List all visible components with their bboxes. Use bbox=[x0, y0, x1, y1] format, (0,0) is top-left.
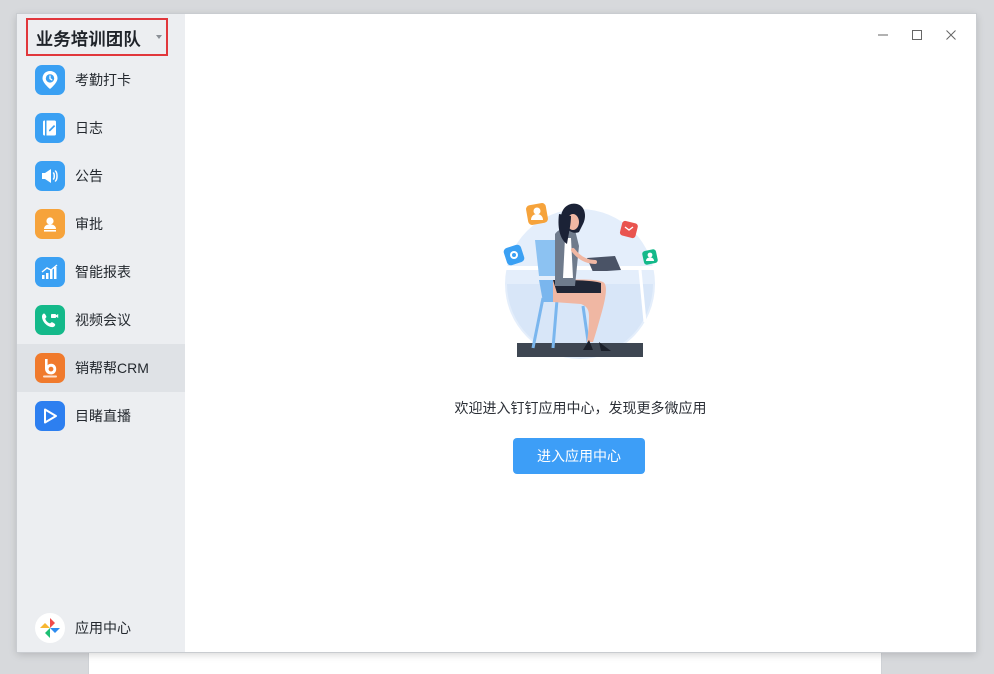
nav-item-label: 视频会议 bbox=[75, 312, 131, 328]
nav-item-label: 销帮帮CRM bbox=[75, 360, 149, 376]
megaphone-icon bbox=[35, 161, 65, 191]
app-center-label: 应用中心 bbox=[75, 620, 131, 636]
nav-item-video-meeting[interactable]: 视频会议 bbox=[17, 296, 185, 344]
video-phone-icon bbox=[35, 305, 65, 335]
bar-chart-icon bbox=[35, 257, 65, 287]
nav-item-label: 审批 bbox=[75, 216, 103, 232]
nav-item-announcement[interactable]: 公告 bbox=[17, 152, 185, 200]
app-center-pinwheel-icon bbox=[35, 613, 65, 643]
app-center-window: 业务培训团队 考勤打卡 日志 公告 审批 智能报表 视频会议 销帮帮CRM 目睹… bbox=[17, 14, 976, 652]
main-content: 欢迎进入钉钉应用中心，发现更多微应用 进入应用中心 bbox=[185, 14, 976, 652]
nav-item-label: 目睹直播 bbox=[75, 408, 131, 424]
nav-item-attendance[interactable]: 考勤打卡 bbox=[17, 56, 185, 104]
nav-item-label: 考勤打卡 bbox=[75, 72, 131, 88]
welcome-text: 欢迎进入钉钉应用中心，发现更多微应用 bbox=[454, 400, 707, 416]
nav-item-crm[interactable]: 销帮帮CRM bbox=[17, 344, 185, 392]
nav-item-approval[interactable]: 审批 bbox=[17, 200, 185, 248]
sidebar: 业务培训团队 考勤打卡 日志 公告 审批 智能报表 视频会议 销帮帮CRM 目睹… bbox=[17, 14, 185, 652]
journal-icon bbox=[35, 113, 65, 143]
nav-item-label: 公告 bbox=[75, 168, 103, 184]
nav-item-journal[interactable]: 日志 bbox=[17, 104, 185, 152]
woman-with-laptop-illustration bbox=[503, 203, 658, 359]
location-clock-icon bbox=[35, 65, 65, 95]
app-list: 考勤打卡 日志 公告 审批 智能报表 视频会议 销帮帮CRM 目睹直播 bbox=[17, 56, 185, 440]
nav-item-smart-report[interactable]: 智能报表 bbox=[17, 248, 185, 296]
team-switcher[interactable]: 业务培训团队 bbox=[26, 18, 168, 56]
nav-item-label: 智能报表 bbox=[75, 264, 131, 280]
enter-app-center-button[interactable]: 进入应用中心 bbox=[513, 438, 645, 474]
play-icon bbox=[35, 401, 65, 431]
app-center-link[interactable]: 应用中心 bbox=[17, 604, 185, 652]
team-name: 业务培训团队 bbox=[36, 29, 141, 49]
b-logo-icon bbox=[35, 353, 65, 383]
nav-item-label: 日志 bbox=[75, 120, 103, 136]
nav-item-live-stream[interactable]: 目睹直播 bbox=[17, 392, 185, 440]
caret-down-icon bbox=[156, 35, 162, 39]
person-stamp-icon bbox=[35, 209, 65, 239]
